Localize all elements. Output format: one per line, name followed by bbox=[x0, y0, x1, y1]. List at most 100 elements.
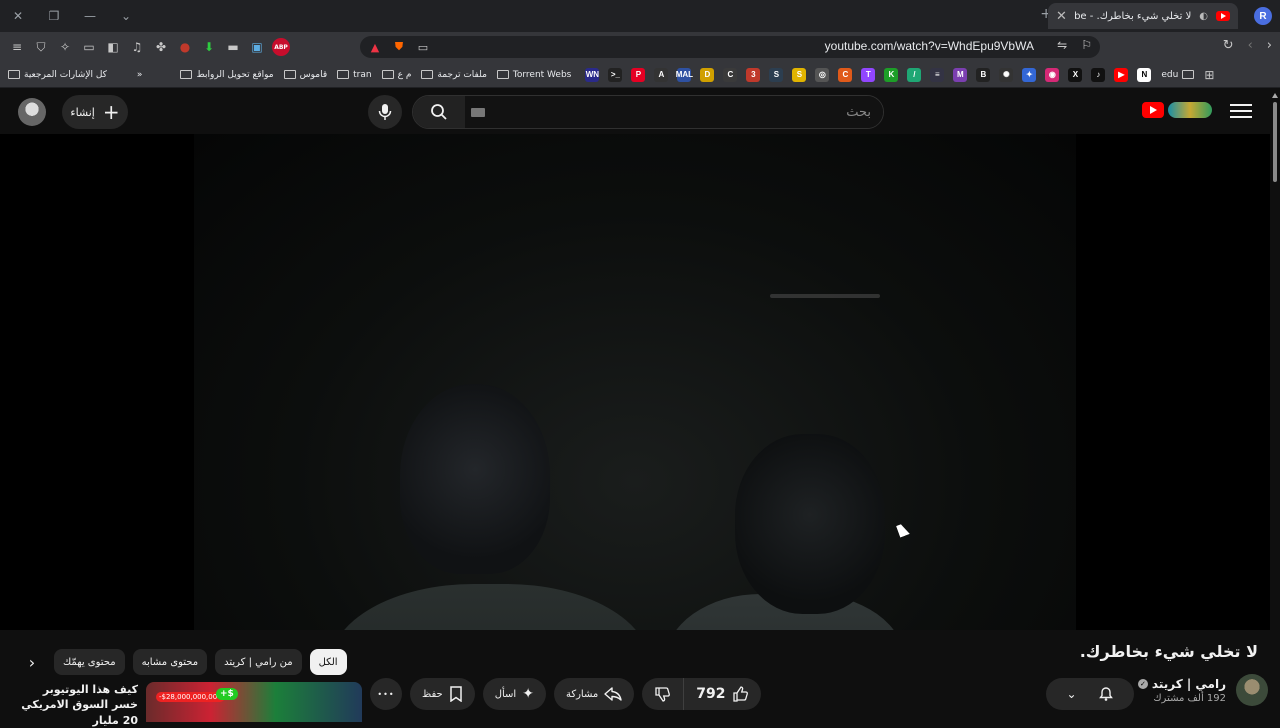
x-bookmark-icon[interactable]: X bbox=[1068, 67, 1083, 82]
tiktok-bookmark-icon[interactable]: ♪ bbox=[1091, 67, 1106, 82]
notion-bookmark-icon[interactable]: N bbox=[1137, 67, 1152, 82]
terminal-bookmark-icon[interactable]: >_ bbox=[608, 67, 623, 82]
youtube-bookmark-icon[interactable]: ▶ bbox=[1114, 67, 1129, 82]
brave-rewards-icon[interactable]: ▲ bbox=[366, 39, 384, 55]
all-bookmarks[interactable]: كل الإشارات المرجعية bbox=[8, 70, 107, 80]
brave-shields-icon[interactable]: ⛊ bbox=[390, 39, 408, 55]
channel-name[interactable]: رامي | كريتد ✓ bbox=[1137, 677, 1226, 691]
b-site-bookmark-icon[interactable]: B bbox=[976, 67, 991, 82]
video-player[interactable] bbox=[0, 134, 1270, 630]
page-scrollbar[interactable] bbox=[1270, 90, 1280, 720]
a-site-bookmark-icon[interactable]: A bbox=[654, 67, 669, 82]
bar-bookmark-icon[interactable]: ≡ bbox=[930, 67, 945, 82]
bookmark-folder[interactable]: tran bbox=[337, 70, 372, 80]
youtube-logo[interactable] bbox=[1142, 102, 1212, 118]
pin-icon[interactable]: ✧ bbox=[56, 38, 74, 56]
openai-bookmark-icon[interactable]: ✺ bbox=[999, 67, 1014, 82]
instagram-bookmark-icon[interactable]: ◉ bbox=[1045, 67, 1060, 82]
channel-avatar[interactable] bbox=[1236, 674, 1268, 706]
keyboard-icon[interactable] bbox=[471, 108, 485, 117]
bookmark-icon[interactable]: ⚐ bbox=[1081, 38, 1092, 52]
video-light-streak bbox=[770, 294, 880, 298]
like-count: 792 bbox=[696, 686, 726, 702]
reload-icon[interactable]: ↻ bbox=[1223, 38, 1234, 53]
m-site-bookmark-icon[interactable]: M bbox=[953, 67, 968, 82]
slash-bookmark-icon[interactable]: / bbox=[907, 67, 922, 82]
related-chips: › محتوى يهمّك محتوى مشابه من رامي | كريت… bbox=[18, 648, 347, 676]
guide-menu-icon[interactable] bbox=[1230, 104, 1252, 120]
c-site-bookmark-icon[interactable]: C bbox=[723, 67, 738, 82]
recommended-video[interactable]: كيف هذا اليوتيوبر خسر السوق الامريكي 20 … bbox=[20, 682, 362, 728]
pinterest-bookmark-icon[interactable]: P bbox=[631, 67, 646, 82]
minimize-window-icon[interactable]: — bbox=[72, 0, 108, 32]
browser-tab-active[interactable]: ◐ لا تخلي شيء بخاطرك. - YouTube ✕ bbox=[1048, 3, 1238, 29]
menu-icon[interactable]: ≡ bbox=[8, 38, 26, 56]
bookmark-folder[interactable]: Torrent Webs bbox=[496, 70, 571, 80]
twitch-bookmark-icon[interactable]: T bbox=[861, 67, 876, 82]
subscribed-button[interactable]: ⌄ bbox=[1046, 678, 1134, 710]
scroll-up-icon[interactable] bbox=[1272, 93, 1278, 98]
chip-similar[interactable]: محتوى مشابه bbox=[132, 649, 208, 675]
music-icon[interactable]: ♫ bbox=[128, 38, 146, 56]
recommended-title[interactable]: كيف هذا اليوتيوبر خسر السوق الامريكي 20 … bbox=[20, 682, 138, 728]
chevron-down-icon: ⌄ bbox=[1066, 687, 1077, 701]
bookmark-folder[interactable]: ملفات ترجمة bbox=[421, 70, 487, 80]
save-icon bbox=[449, 686, 462, 702]
tab-close-icon[interactable]: ✕ bbox=[1056, 9, 1067, 24]
site-settings-icon[interactable]: ⇋ bbox=[1057, 38, 1067, 52]
search-button[interactable] bbox=[413, 96, 465, 128]
more-actions-button[interactable]: ••• bbox=[370, 678, 402, 710]
forward-icon[interactable]: › bbox=[1267, 38, 1272, 53]
apps-grid-icon[interactable]: ⊞ bbox=[1204, 68, 1214, 82]
close-window-icon[interactable]: ✕ bbox=[0, 0, 36, 32]
download-icon[interactable]: ⬇ bbox=[200, 38, 218, 56]
three-bookmark-icon[interactable]: 3 bbox=[746, 67, 761, 82]
screen-icon[interactable]: ▬ bbox=[224, 38, 242, 56]
d-site-bookmark-icon[interactable]: D bbox=[700, 67, 715, 82]
back-icon[interactable]: ‹ bbox=[1248, 38, 1253, 53]
tab-search-icon[interactable]: ⌄ bbox=[108, 0, 144, 32]
wn-bookmark-icon[interactable]: WN bbox=[585, 67, 600, 82]
recommended-thumbnail[interactable]: -$28,000,000,000 +$ bbox=[146, 682, 362, 722]
shield-icon[interactable]: ⛉ bbox=[32, 38, 50, 56]
mal-bookmark-icon[interactable]: MAL bbox=[676, 67, 693, 82]
gemini-bookmark-icon[interactable]: ✦ bbox=[1022, 67, 1037, 82]
bookmark-folder[interactable]: قاموس bbox=[283, 70, 327, 80]
more-bookmarks-icon[interactable]: » bbox=[137, 70, 143, 80]
abp-icon[interactable]: ABP bbox=[272, 38, 290, 56]
chip-all[interactable]: الكل bbox=[309, 649, 347, 675]
share-button[interactable]: مشاركة bbox=[553, 678, 635, 710]
voice-search-button[interactable] bbox=[368, 95, 402, 129]
url-text[interactable]: youtube.com/watch?v=WhdEpu9VbWA bbox=[825, 39, 1034, 53]
c-orange-bookmark-icon[interactable]: C bbox=[838, 67, 853, 82]
bookmark-folder[interactable]: م ع bbox=[381, 70, 411, 80]
image-icon[interactable]: ▣ bbox=[248, 38, 266, 56]
chip-from-channel[interactable]: من رامي | كريتد bbox=[215, 649, 302, 675]
create-button[interactable]: + إنشاء bbox=[62, 95, 128, 129]
puzzle-icon[interactable]: ✤ bbox=[152, 38, 170, 56]
address-bar[interactable]: ▲ ⛊ ▭ youtube.com/watch?v=WhdEpu9VbWA ⇋ … bbox=[360, 36, 1100, 58]
ublock-icon[interactable]: ● bbox=[176, 38, 194, 56]
restore-window-icon[interactable]: ❐ bbox=[36, 0, 72, 32]
search-input[interactable] bbox=[465, 96, 883, 128]
audio-icon[interactable]: ◐ bbox=[1199, 11, 1208, 22]
cast-icon[interactable]: ▭ bbox=[414, 39, 432, 55]
sidebar-icon[interactable]: ◧ bbox=[104, 38, 122, 56]
save-button[interactable]: حفظ bbox=[410, 678, 475, 710]
kick-bookmark-icon[interactable]: K bbox=[884, 67, 899, 82]
bookmark-folder[interactable]: edu bbox=[1161, 70, 1195, 80]
wallet-icon[interactable]: ▭ bbox=[80, 38, 98, 56]
ask-button[interactable]: ✦ اسأل bbox=[482, 678, 546, 710]
profile-avatar[interactable]: R bbox=[1254, 7, 1272, 25]
save-label: حفظ bbox=[422, 688, 443, 700]
account-avatar[interactable] bbox=[18, 98, 46, 126]
bookmark-folder[interactable]: مواقع تحويل الروابط bbox=[180, 70, 274, 80]
scroll-thumb[interactable] bbox=[1273, 102, 1277, 182]
like-button[interactable]: 792 bbox=[684, 678, 761, 710]
globe-bookmark-icon[interactable]: ◎ bbox=[815, 67, 830, 82]
s-gold-bookmark-icon[interactable]: S bbox=[792, 67, 807, 82]
chips-next-icon[interactable]: › bbox=[18, 648, 46, 676]
dislike-button[interactable] bbox=[642, 678, 685, 710]
chip-recommended[interactable]: محتوى يهمّك bbox=[54, 649, 125, 675]
s-site-bookmark-icon[interactable]: S bbox=[769, 67, 784, 82]
